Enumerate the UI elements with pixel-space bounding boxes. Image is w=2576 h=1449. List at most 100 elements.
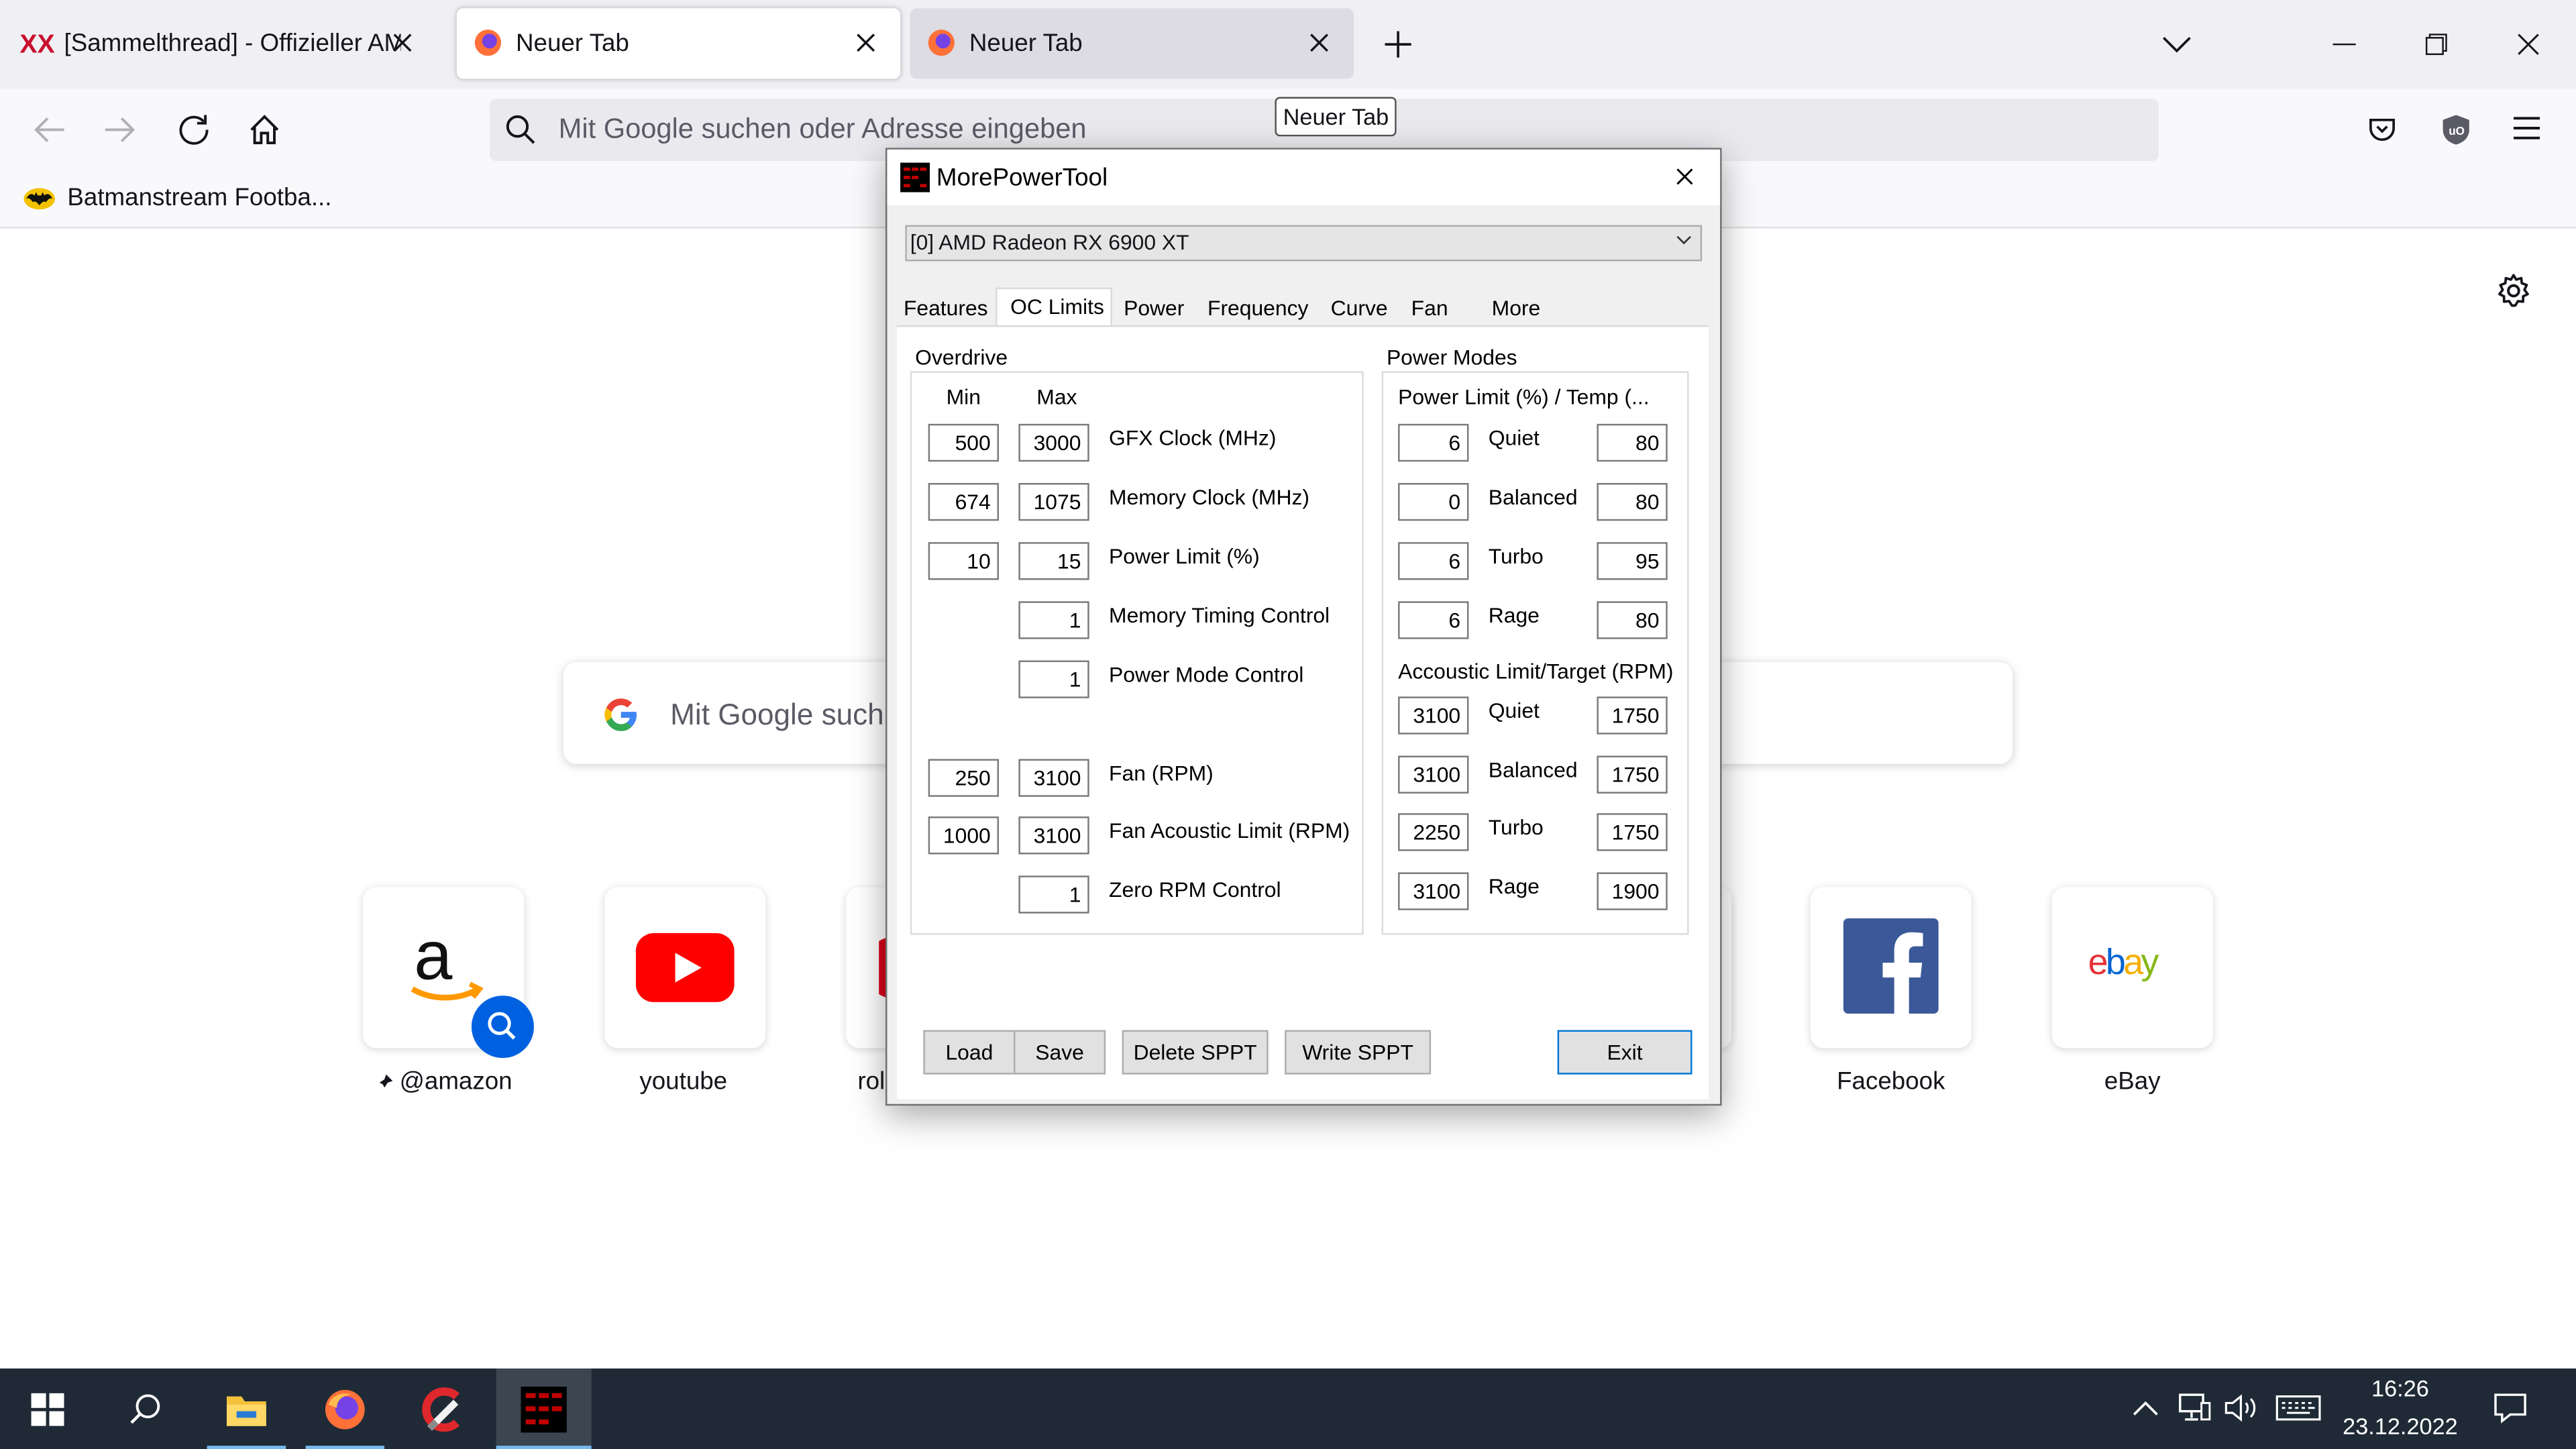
tab-fan[interactable]: Fan (1411, 292, 1448, 325)
tab-neuer-tab-active[interactable]: Neuer Tab (456, 8, 901, 79)
taskbar-firefox[interactable] (305, 1368, 385, 1449)
bookmark-label: Batmanstream Footba... (67, 184, 332, 212)
overdrive-max-input[interactable]: 3000 (1018, 423, 1089, 462)
overdrive-max-input[interactable]: 15 (1018, 542, 1089, 580)
back-arrow-icon[interactable] (33, 115, 66, 144)
overdrive-max-input[interactable]: 1 (1018, 875, 1089, 914)
temp-limit-input[interactable]: 80 (1597, 483, 1668, 521)
window-close-icon[interactable] (2517, 33, 2540, 56)
overdrive-min-input[interactable]: 500 (928, 423, 999, 462)
power-limit-input[interactable]: 6 (1398, 601, 1469, 639)
overdrive-row-label: GFX Clock (MHz) (1109, 425, 1277, 451)
overdrive-max-input[interactable]: 1075 (1018, 483, 1089, 521)
acoustic-target-input[interactable]: 1750 (1597, 696, 1668, 735)
dialog-close-icon[interactable] (1676, 168, 1694, 186)
acoustic-limit-input[interactable]: 3100 (1398, 696, 1469, 735)
temp-limit-input[interactable]: 80 (1597, 601, 1668, 639)
power-limit-input[interactable]: 6 (1398, 542, 1469, 580)
minimize-icon[interactable] (2332, 43, 2356, 46)
overdrive-row-label: Memory Clock (MHz) (1109, 484, 1309, 510)
device-select[interactable]: [0] AMD Radeon RX 6900 XT (905, 225, 1703, 262)
pocket-icon[interactable] (2367, 115, 2397, 144)
tray-chevron-up-icon[interactable] (2133, 1400, 2159, 1416)
acoustic-limit-input[interactable]: 3100 (1398, 872, 1469, 910)
dialog-titlebar: MorePowerTool (887, 149, 1721, 206)
delete-sppt-button[interactable]: Delete SPPT (1122, 1030, 1269, 1075)
forward-arrow-icon[interactable] (103, 115, 136, 144)
save-button[interactable]: Save (1014, 1030, 1106, 1075)
power-limit-input[interactable]: 0 (1398, 483, 1469, 521)
close-icon[interactable] (384, 25, 421, 61)
max-header: Max (1036, 384, 1077, 409)
tab-sammelthread[interactable]: XX [Sammelthread] - Offizieller AM (10, 8, 437, 78)
overdrive-row-label: Fan Acoustic Limit (RPM) (1109, 818, 1350, 843)
tab-power[interactable]: Power (1124, 292, 1184, 325)
ublock-origin-icon[interactable]: uO (2441, 113, 2471, 146)
close-icon[interactable] (848, 25, 884, 61)
taskbar-ccleaner[interactable] (404, 1368, 483, 1449)
shortcut-facebook[interactable] (1810, 887, 1972, 1049)
overdrive-min-input[interactable]: 674 (928, 483, 999, 521)
overdrive-min-input[interactable]: 1000 (928, 816, 999, 855)
acoustic-mode-label: Quiet (1488, 698, 1540, 723)
taskbar-search-button[interactable] (99, 1368, 194, 1449)
search-icon (129, 1393, 162, 1426)
shortcut-amazon[interactable]: a (363, 887, 534, 1059)
shortcut-label: youtube (639, 1067, 728, 1096)
tab-neuer-tab[interactable]: Neuer Tab (910, 8, 1354, 79)
clock-time[interactable]: 16:26 (2349, 1375, 2451, 1401)
temp-limit-input[interactable]: 80 (1597, 423, 1668, 462)
bookmark-batmanstream[interactable]: Batmanstream Footba... (23, 184, 331, 212)
tab-curve[interactable]: Curve (1331, 292, 1388, 325)
write-sppt-button[interactable]: Write SPPT (1285, 1030, 1432, 1075)
overdrive-label: Overdrive (912, 345, 1012, 370)
network-icon[interactable] (2178, 1393, 2211, 1423)
temp-limit-input[interactable]: 95 (1597, 542, 1668, 580)
firefox-icon (323, 1387, 366, 1430)
exit-button[interactable]: Exit (1557, 1030, 1693, 1075)
close-icon[interactable] (1301, 25, 1338, 61)
load-button[interactable]: Load (923, 1030, 1016, 1075)
restore-icon[interactable] (2425, 33, 2448, 56)
overdrive-max-input[interactable]: 3100 (1018, 759, 1089, 797)
overdrive-min-input[interactable]: 10 (928, 542, 999, 580)
svg-text:uO: uO (2449, 124, 2465, 138)
taskbar-morepowertool[interactable] (496, 1368, 592, 1449)
power-mode-label: Balanced (1488, 484, 1578, 510)
volume-icon[interactable] (2224, 1393, 2261, 1423)
morepowertool-dialog: MorePowerTool [0] AMD Radeon RX 6900 XT … (885, 148, 1722, 1106)
home-icon[interactable] (248, 113, 281, 146)
shortcut-ebay[interactable]: ebay (2051, 887, 2213, 1049)
tab-oc-limits[interactable]: OC Limits (996, 287, 1112, 327)
tab-title: [Sammelthread] - Offizieller AM (64, 30, 401, 58)
keyboard-icon[interactable] (2275, 1395, 2322, 1421)
power-limit-input[interactable]: 6 (1398, 423, 1469, 462)
notification-center-icon[interactable] (2494, 1391, 2527, 1424)
svg-text:XX: XX (19, 30, 54, 56)
overdrive-max-input[interactable]: 3100 (1018, 816, 1089, 855)
clock-date[interactable]: 23.12.2022 (2336, 1413, 2464, 1439)
start-button[interactable] (0, 1368, 95, 1449)
hamburger-menu-icon[interactable] (2513, 117, 2540, 140)
reload-icon[interactable] (177, 113, 210, 146)
shortcut-youtube[interactable] (604, 887, 766, 1049)
folder-icon (225, 1391, 268, 1427)
list-tabs-chevron-icon[interactable] (2162, 36, 2192, 53)
settings-gear-icon[interactable] (2496, 273, 2532, 309)
acoustic-target-input[interactable]: 1900 (1597, 872, 1668, 910)
acoustic-target-input[interactable]: 1750 (1597, 813, 1668, 851)
new-tab-plus-icon[interactable] (1383, 30, 1413, 59)
tab-features[interactable]: Features (904, 292, 988, 325)
taskbar-file-explorer[interactable] (207, 1368, 286, 1449)
acoustic-limit-input[interactable]: 3100 (1398, 755, 1469, 794)
acoustic-limit-input[interactable]: 2250 (1398, 813, 1469, 851)
power-mode-label: Turbo (1488, 543, 1544, 569)
tab-more[interactable]: More (1492, 292, 1541, 325)
shortcut-label: Facebook (1837, 1067, 1945, 1096)
acoustic-target-input[interactable]: 1750 (1597, 755, 1668, 794)
overdrive-max-input[interactable]: 1 (1018, 601, 1089, 639)
overdrive-min-input[interactable]: 250 (928, 759, 999, 797)
tab-frequency[interactable]: Frequency (1208, 292, 1308, 325)
overdrive-row-label: Zero RPM Control (1109, 877, 1281, 902)
overdrive-max-input[interactable]: 1 (1018, 660, 1089, 698)
